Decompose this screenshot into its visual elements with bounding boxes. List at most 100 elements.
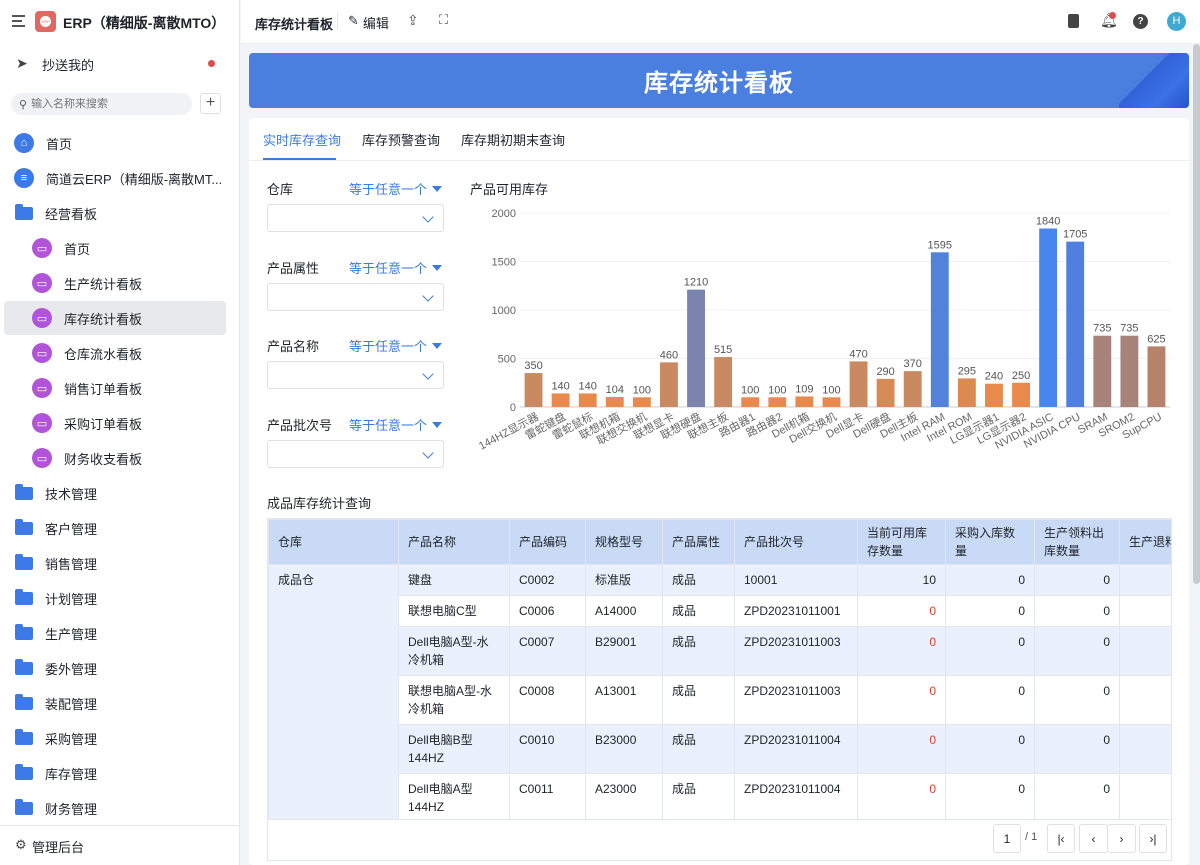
dashboard-icon: ▭ (32, 413, 52, 433)
table-cell: 0 (945, 595, 1035, 627)
avatar[interactable]: H (1167, 12, 1186, 31)
sidebar-item[interactable]: 技术管理 (4, 476, 226, 510)
edit-button[interactable]: ✎ 编辑 (348, 13, 389, 32)
column-header[interactable]: 产品属性 (662, 519, 735, 565)
tab[interactable]: 库存期初期末查询 (461, 130, 565, 149)
table-title: 成品库存统计查询 (267, 496, 372, 511)
table-cell: 键盘 (398, 564, 510, 596)
column-header[interactable]: 产品名称 (398, 519, 510, 565)
sidebar-item[interactable]: 销售管理 (4, 546, 226, 580)
tab[interactable]: 实时库存查询 (263, 130, 341, 149)
sidebar-item[interactable]: 财务管理 (4, 791, 226, 825)
last-page-button[interactable]: ›| (1139, 824, 1167, 853)
column-header[interactable]: 规格型号 (585, 519, 663, 565)
fullscreen-icon[interactable]: ⛶ (439, 12, 448, 28)
table-cell: 0 (1034, 626, 1120, 676)
column-header[interactable]: 生产退料数量 (1119, 519, 1171, 565)
search-box[interactable]: ⚲ (11, 93, 192, 115)
admin-link[interactable]: 管理后台 (32, 837, 84, 856)
bar-value-label: 100 (633, 384, 651, 396)
menu-icon[interactable] (12, 15, 25, 27)
help-icon[interactable]: ? (1133, 14, 1148, 29)
column-header[interactable]: 产品编码 (509, 519, 586, 565)
sidebar-item-label: 财务管理 (45, 801, 98, 817)
sidebar-item[interactable]: ▭ 库存统计看板 (4, 301, 226, 335)
bar (660, 362, 678, 407)
bar (876, 378, 895, 407)
bar-value-label: 735 (1120, 323, 1138, 335)
sidebar-item-label: 装配管理 (45, 696, 98, 712)
sidebar-item[interactable]: 经营看板 (4, 196, 226, 230)
filter-select[interactable] (267, 204, 444, 232)
table-cell: 成品 (662, 595, 735, 627)
table-cell: 0 (857, 675, 946, 725)
table-cell: A13001 (585, 675, 663, 725)
bar-value-label: 735 (1093, 323, 1111, 335)
table-row: 联想电脑C型 C0006 A14000 成品 ZPD20231011001 0 0 0 (269, 595, 1171, 627)
folder-icon (15, 728, 33, 745)
sidebar-item[interactable]: 客户管理 (4, 511, 226, 545)
sidebar-item[interactable]: 计划管理 (4, 581, 226, 615)
y-tick-label: 1500 (492, 257, 516, 269)
app-title: ERP（精细版-离散MTO） (63, 15, 226, 31)
bar (768, 397, 787, 407)
cc-to-me[interactable]: 抄送我的 (42, 55, 94, 74)
sidebar-item[interactable]: ▭ 财务收支看板 (4, 441, 226, 475)
filter-operator-dropdown[interactable]: 等于任意一个 (349, 179, 442, 198)
table-cell: 成品 (662, 564, 735, 596)
sidebar-item-label: 客户管理 (45, 521, 98, 537)
next-page-button[interactable]: › (1107, 824, 1136, 853)
dashboard-icon: ▭ (32, 448, 52, 468)
tab[interactable]: 库存预警查询 (362, 130, 440, 149)
sidebar-item[interactable]: 装配管理 (4, 686, 226, 720)
bar-value-label: 1705 (1063, 229, 1087, 241)
sidebar-item[interactable]: ≡ 简道云ERP（精细版-离散MT... (4, 161, 226, 195)
search-input[interactable] (31, 98, 182, 110)
prev-page-button[interactable]: ‹ (1079, 824, 1108, 853)
column-header[interactable]: 产品批次号 (734, 519, 858, 565)
bar-value-label: 370 (904, 358, 922, 370)
bar (1039, 228, 1058, 407)
bar-value-label: 140 (579, 380, 597, 392)
filter-select[interactable] (267, 439, 444, 468)
sidebar-item[interactable]: ▭ 销售订单看板 (4, 371, 226, 405)
sidebar-item[interactable]: ▭ 采购订单看板 (4, 406, 226, 440)
add-button[interactable]: + (200, 93, 221, 114)
column-header[interactable]: 采购入库数量 (945, 519, 1035, 565)
share-icon[interactable]: ⇪ (407, 12, 419, 29)
sidebar-item[interactable]: ⌂ 首页 (4, 126, 226, 160)
filter-operator-dropdown[interactable]: 等于任意一个 (349, 336, 442, 355)
page-input[interactable]: 1 (993, 824, 1021, 853)
first-page-button[interactable]: |‹ (1047, 824, 1075, 853)
table-cell: 10 (857, 564, 946, 596)
chart-title: 产品可用库存 (470, 182, 549, 197)
search-icon: ⚲ (19, 98, 28, 111)
bar-value-label: 290 (876, 366, 894, 378)
bar (795, 396, 814, 407)
unread-dot (208, 60, 215, 67)
sidebar-item[interactable]: ▭ 生产统计看板 (4, 266, 226, 300)
sidebar-item[interactable]: 生产管理 (4, 616, 226, 650)
sidebar-item-label: 首页 (46, 136, 73, 152)
sidebar-item[interactable]: ▭ 仓库流水看板 (4, 336, 226, 370)
column-header[interactable]: 生产领料出库数量 (1034, 519, 1120, 565)
notebook-icon[interactable] (1068, 14, 1079, 28)
sidebar-item[interactable]: 采购管理 (4, 721, 226, 755)
page-scrollbar[interactable] (1193, 44, 1200, 584)
filter-select[interactable] (267, 361, 444, 389)
sidebar-item[interactable]: 委外管理 (4, 651, 226, 685)
bar-value-label: 515 (714, 344, 732, 356)
sidebar-item-label: 销售管理 (45, 556, 98, 572)
filter-select[interactable] (267, 282, 444, 311)
filter-operator-dropdown[interactable]: 等于任意一个 (349, 258, 442, 277)
sidebar-item[interactable]: ▭ 首页 (4, 231, 226, 265)
column-header[interactable]: 仓库 (268, 519, 399, 565)
bar-value-label: 140 (551, 380, 569, 392)
sidebar-item[interactable]: 库存管理 (4, 756, 226, 790)
top-bar: 库存统计看板 ✎ 编辑 ⇪ ⛶ 🔔︎ ? H (241, 0, 1200, 44)
cell-warehouse: 成品仓 (268, 564, 399, 819)
table-cell: 10001 (734, 564, 858, 596)
filter-operator-dropdown[interactable]: 等于任意一个 (349, 415, 442, 434)
page-total: / 1 (1025, 831, 1038, 843)
column-header[interactable]: 当前可用库存数量 (857, 519, 946, 565)
